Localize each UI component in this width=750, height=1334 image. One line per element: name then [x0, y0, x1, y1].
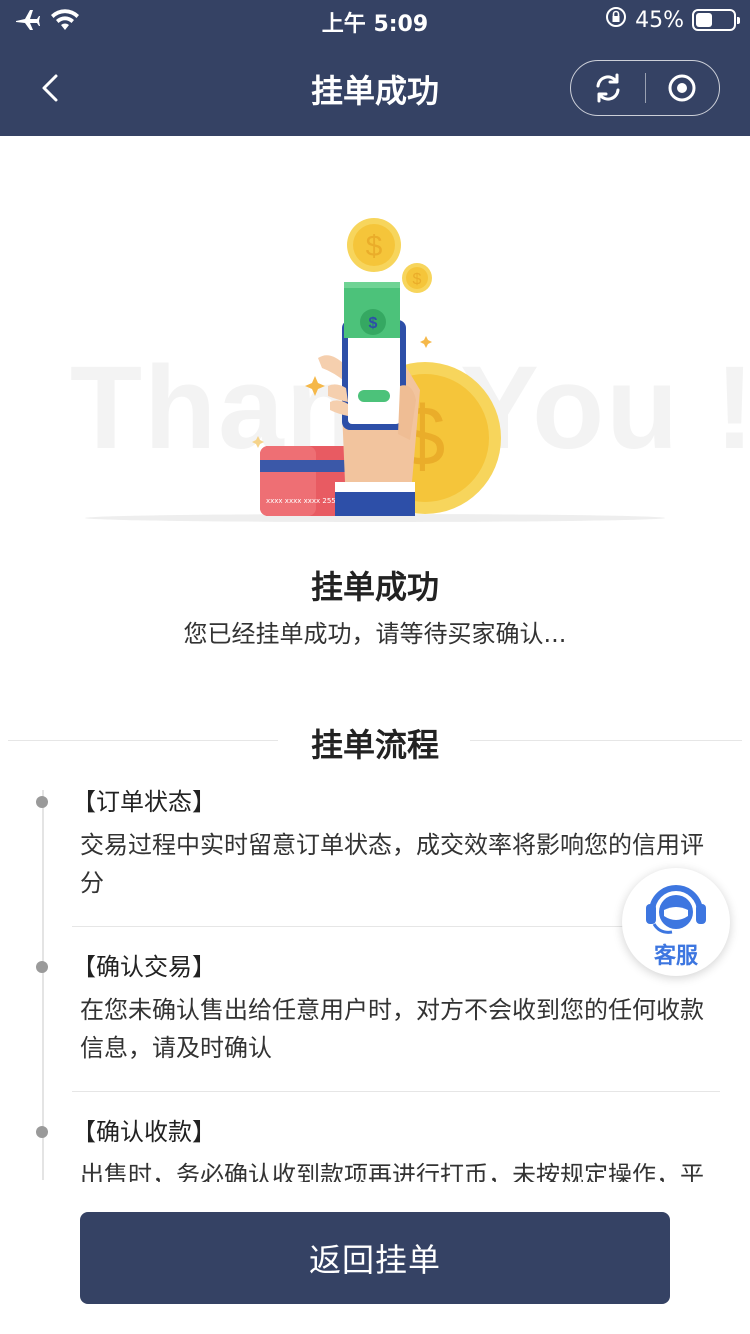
process-steps: 【订单状态】 交易过程中实时留意订单状态，成交效率将影响您的信用评分 【确认交易…: [30, 780, 720, 1182]
svg-text:$: $: [369, 315, 378, 332]
battery-icon: [692, 9, 740, 31]
process-header-line-right: [470, 740, 742, 741]
customer-service-button[interactable]: 客服: [622, 868, 730, 976]
process-step: 【确认收款】 出售时，务必确认收到款项再进行打币，未按规定操作，平台不承担相应损…: [30, 1110, 720, 1182]
step-title: 【订单状态】: [72, 788, 216, 816]
headset-icon: [646, 885, 706, 934]
svg-text:xxxx xxxx xxxx 2552: xxxx xxxx xxxx 2552: [266, 497, 340, 505]
refresh-button[interactable]: [571, 61, 645, 115]
process-header: 挂单流程: [0, 720, 750, 764]
refresh-icon: [596, 73, 620, 103]
header: 上午 5:09 45% 挂单成功: [0, 0, 750, 136]
battery-percent: 45%: [635, 7, 684, 33]
battery-level: [696, 13, 712, 27]
customer-service-label: 客服: [653, 944, 698, 969]
step-description: 在您未确认售出给任意用户时，对方不会收到您的任何收款信息，请及时确认: [80, 996, 704, 1062]
success-title: 挂单成功: [310, 568, 439, 606]
step-title: 【确认收款】: [72, 1118, 216, 1146]
svg-text:$: $: [413, 271, 422, 288]
process-step: 【确认交易】 在您未确认售出给任意用户时，对方不会收到您的任何收款信息，请及时确…: [30, 945, 720, 1092]
step-dot: [36, 1126, 48, 1138]
banknote-icon: $: [344, 282, 400, 338]
step-dot: [36, 961, 48, 973]
step-divider: [72, 1091, 720, 1092]
mini-program-capsule: [570, 60, 720, 116]
status-right: 45%: [605, 6, 740, 34]
record-icon: [668, 74, 696, 102]
return-to-listing-button[interactable]: 返回挂单: [80, 1212, 670, 1304]
nav-bar: 挂单成功: [0, 40, 750, 136]
step-dot: [36, 796, 48, 808]
rotation-lock-icon: [605, 6, 627, 34]
success-illustration: Thank You ! $ xxxx xxxx xxxx 2552: [60, 190, 750, 535]
process-step: 【订单状态】 交易过程中实时留意订单状态，成交效率将影响您的信用评分: [30, 780, 720, 927]
coin-icon: $: [347, 218, 401, 272]
svg-text:$: $: [366, 230, 383, 263]
success-subtitle: 您已经挂单成功，请等待买家确认...: [183, 620, 567, 648]
step-description: 出售时，务必确认收到款项再进行打币，未按规定操作，平台不承担相应损失: [80, 1161, 704, 1182]
process-title: 挂单流程: [310, 726, 439, 764]
status-bar: 上午 5:09 45%: [0, 0, 750, 40]
record-button[interactable]: [646, 61, 720, 115]
small-coin-icon: $: [402, 263, 432, 293]
